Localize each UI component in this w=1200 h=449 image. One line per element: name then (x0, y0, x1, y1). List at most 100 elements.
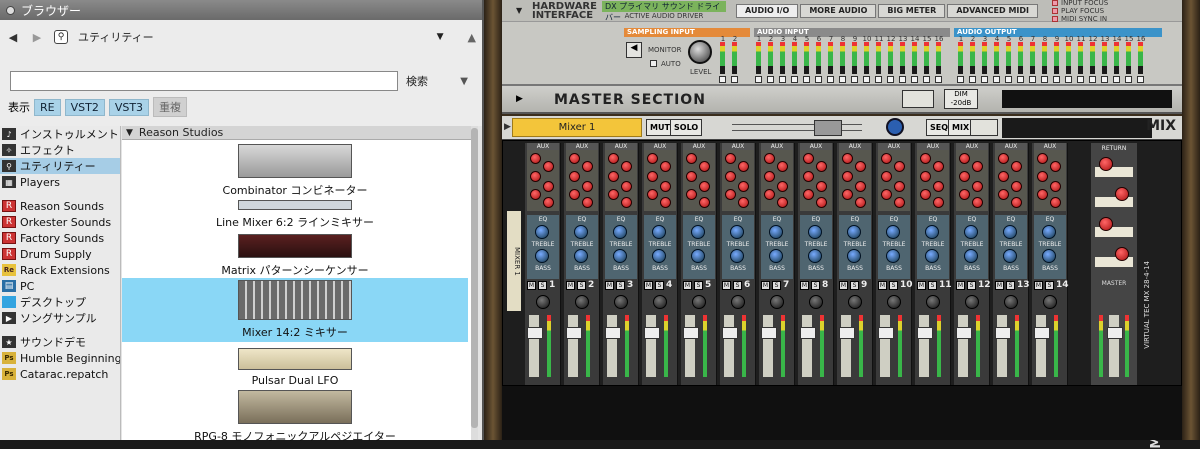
channel-fader[interactable] (644, 315, 660, 377)
aux-send-knob[interactable] (803, 189, 814, 200)
browser-scrollbar[interactable] (471, 126, 478, 440)
location-dropdown-icon[interactable]: ▼ (437, 32, 444, 42)
slider-thumb[interactable] (814, 120, 842, 136)
channel-fader[interactable] (995, 315, 1011, 377)
folder-expand-icon[interactable]: ▼ (126, 128, 133, 138)
aux-send-knob[interactable] (959, 171, 970, 182)
audio-output-channel-enable[interactable] (1137, 76, 1144, 83)
mute-channel-button[interactable]: M (722, 281, 731, 290)
audio-output-channel-enable[interactable] (957, 76, 964, 83)
audio-output-channel-enable[interactable] (1113, 76, 1120, 83)
aux-send-knob[interactable] (803, 171, 814, 182)
audio-input-channel-enable[interactable] (887, 76, 894, 83)
return-knob[interactable] (1115, 247, 1129, 261)
channel-fader[interactable] (917, 315, 933, 377)
treble-knob[interactable] (730, 225, 744, 239)
search-input[interactable] (10, 71, 398, 91)
aux-send-knob[interactable] (816, 161, 827, 172)
mute-channel-button[interactable]: M (683, 281, 692, 290)
aux-send-knob[interactable] (803, 153, 814, 164)
aux-send-knob[interactable] (647, 171, 658, 182)
treble-knob[interactable] (769, 225, 783, 239)
hw-tab-3[interactable]: BIG METER (878, 3, 946, 18)
treble-knob[interactable] (808, 225, 822, 239)
bass-knob[interactable] (730, 249, 744, 263)
pan-knob[interactable] (887, 295, 901, 309)
mixer-name[interactable]: Mixer 1 (512, 118, 642, 137)
pan-knob[interactable] (965, 295, 979, 309)
aux-send-knob[interactable] (881, 189, 892, 200)
aux-send-knob[interactable] (894, 197, 905, 208)
aux-send-knob[interactable] (686, 189, 697, 200)
folder-header[interactable]: ▼ Reason Studios (122, 126, 476, 140)
scrollbar-thumb[interactable] (471, 128, 478, 428)
mute-channel-button[interactable]: M (605, 281, 614, 290)
aux-send-knob[interactable] (933, 161, 944, 172)
treble-knob[interactable] (574, 225, 588, 239)
aux-send-knob[interactable] (920, 189, 931, 200)
aux-send-knob[interactable] (1037, 153, 1048, 164)
mute-channel-button[interactable]: M (800, 281, 809, 290)
master-fader[interactable] (1107, 315, 1123, 377)
channel-fader[interactable] (839, 315, 855, 377)
location-item[interactable]: R Orkester Sounds (0, 214, 120, 230)
pan-knob[interactable] (809, 295, 823, 309)
pan-knob[interactable] (770, 295, 784, 309)
aux-send-knob[interactable] (920, 171, 931, 182)
sampling-channel-enable[interactable] (719, 76, 726, 83)
treble-knob[interactable] (886, 225, 900, 239)
device-item[interactable]: Combinator コンビネーター (122, 142, 468, 200)
audio-output-channel-enable[interactable] (1017, 76, 1024, 83)
browser-title-bar[interactable]: ブラウザー (0, 0, 482, 20)
filter-chip-2[interactable]: VST2 (64, 98, 105, 116)
audio-output-channel-enable[interactable] (1041, 76, 1048, 83)
pan-knob[interactable] (1043, 295, 1057, 309)
treble-knob[interactable] (535, 225, 549, 239)
aux-send-knob[interactable] (543, 161, 554, 172)
audio-output-channel-enable[interactable] (1089, 76, 1096, 83)
aux-send-knob[interactable] (569, 153, 580, 164)
solo-channel-button[interactable]: S (577, 281, 586, 290)
audio-input-channel-enable[interactable] (803, 76, 810, 83)
bass-knob[interactable] (964, 249, 978, 263)
location-item[interactable]: R Factory Sounds (0, 230, 120, 246)
aux-send-knob[interactable] (777, 197, 788, 208)
hw-tab-2[interactable]: MORE AUDIO (800, 3, 877, 18)
audio-output-channel-enable[interactable] (981, 76, 988, 83)
audio-input-channel-enable[interactable] (923, 76, 930, 83)
location-item[interactable]: Re Rack Extensions (0, 262, 120, 278)
mute-channel-button[interactable]: M (878, 281, 887, 290)
return-knob[interactable] (1099, 157, 1113, 171)
aux-send-knob[interactable] (1050, 197, 1061, 208)
aux-send-knob[interactable] (777, 181, 788, 192)
aux-send-knob[interactable] (530, 171, 541, 182)
up-arrow-icon[interactable]: ▲ (468, 31, 476, 44)
bass-knob[interactable] (535, 249, 549, 263)
aux-send-knob[interactable] (998, 171, 1009, 182)
aux-send-knob[interactable] (777, 161, 788, 172)
solo-channel-button[interactable]: S (616, 281, 625, 290)
solo-channel-button[interactable]: S (1045, 281, 1054, 290)
aux-send-knob[interactable] (699, 161, 710, 172)
aux-send-knob[interactable] (764, 171, 775, 182)
solo-channel-button[interactable]: S (811, 281, 820, 290)
audio-input-channel-enable[interactable] (827, 76, 834, 83)
filter-chip-1[interactable]: RE (34, 98, 61, 116)
monitor-button[interactable]: ◀ (626, 42, 642, 58)
forward-arrow-icon[interactable]: ▶ (30, 31, 44, 44)
sort-arrow-icon[interactable]: ▼ (460, 76, 468, 87)
bass-knob[interactable] (691, 249, 705, 263)
dim-button[interactable]: DIM -20dB (944, 89, 978, 109)
level-slider[interactable] (732, 120, 862, 136)
aux-send-knob[interactable] (1011, 181, 1022, 192)
bass-knob[interactable] (613, 249, 627, 263)
solo-button[interactable]: SOLO (670, 119, 703, 136)
channel-fader[interactable] (566, 315, 582, 377)
pan-knob[interactable] (1004, 295, 1018, 309)
pan-knob[interactable] (653, 295, 667, 309)
aux-send-knob[interactable] (855, 181, 866, 192)
aux-send-knob[interactable] (1037, 171, 1048, 182)
audio-output-channel-enable[interactable] (1005, 76, 1012, 83)
aux-send-knob[interactable] (582, 161, 593, 172)
mixer-display-button[interactable] (970, 119, 998, 136)
